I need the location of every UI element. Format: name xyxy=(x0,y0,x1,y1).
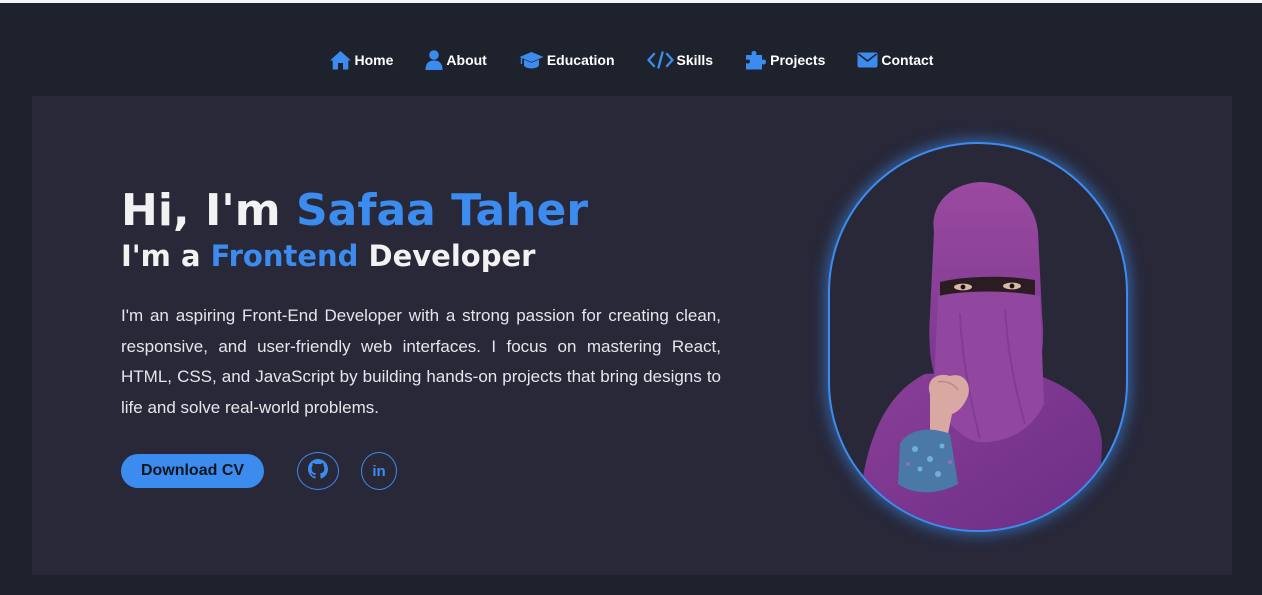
home-icon xyxy=(329,50,352,70)
greeting-prefix: Hi, I'm xyxy=(121,185,296,236)
nav-education-label: Education xyxy=(546,52,615,68)
linkedin-link[interactable]: in xyxy=(361,452,397,490)
puzzle-icon xyxy=(745,50,767,70)
role-prefix: I'm a xyxy=(121,239,211,273)
hero-role: I'm a Frontend Developer xyxy=(121,238,721,274)
hero-section: Hi, I'm Safaa Taher I'm a Frontend Devel… xyxy=(32,96,1232,575)
github-link[interactable] xyxy=(297,452,339,490)
nav-projects[interactable]: Projects xyxy=(745,50,825,70)
nav-contact-label: Contact xyxy=(881,52,934,68)
nav-contact[interactable]: Contact xyxy=(857,50,933,70)
role-highlight: Frontend xyxy=(210,239,359,273)
user-icon xyxy=(425,50,443,70)
nav-skills[interactable]: Skills xyxy=(646,50,714,70)
nav-home-label: Home xyxy=(354,52,394,68)
hero-bio: I'm an aspiring Front-End Developer with… xyxy=(121,306,721,418)
main-nav: Home About Education Skills Projects Con… xyxy=(0,50,1262,70)
profile-photo xyxy=(828,142,1128,532)
hero-actions: Download CV in xyxy=(121,452,397,490)
nav-education[interactable]: Education xyxy=(519,50,615,70)
github-icon xyxy=(308,458,328,484)
profile-illustration xyxy=(858,182,1102,530)
linkedin-icon: in xyxy=(372,462,386,480)
hero-intro: Hi, I'm Safaa Taher I'm a Frontend Devel… xyxy=(121,184,721,274)
code-icon xyxy=(646,51,674,69)
nav-home[interactable]: Home xyxy=(329,50,394,70)
role-suffix: Developer xyxy=(358,239,536,273)
nav-about-label: About xyxy=(446,52,487,68)
nav-projects-label: Projects xyxy=(770,52,826,68)
download-cv-button[interactable]: Download CV xyxy=(121,454,264,488)
envelope-icon xyxy=(857,52,878,68)
top-strip xyxy=(0,0,1262,3)
hero-greeting: Hi, I'm Safaa Taher xyxy=(121,184,721,238)
hero-name: Safaa Taher xyxy=(295,185,589,236)
graduation-cap-icon xyxy=(519,51,544,69)
nav-skills-label: Skills xyxy=(676,52,714,68)
nav-about[interactable]: About xyxy=(425,50,487,70)
